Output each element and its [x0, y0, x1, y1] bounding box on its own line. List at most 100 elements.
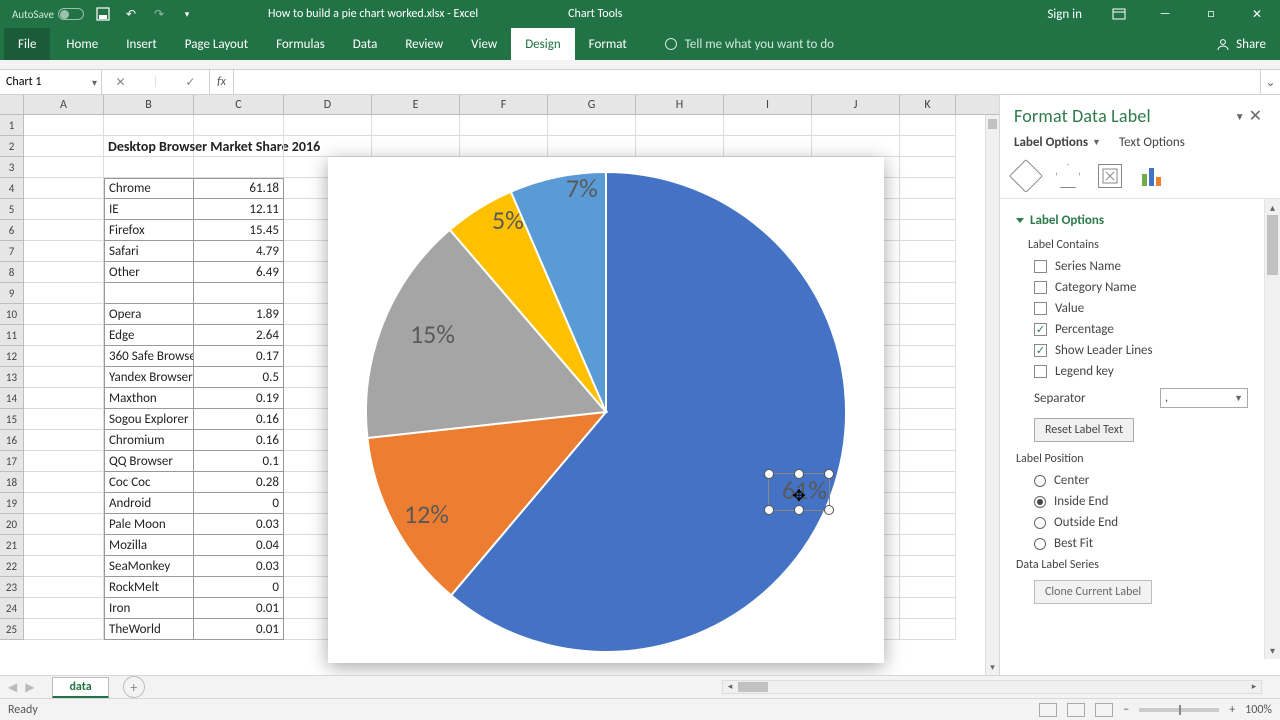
row-header[interactable]: 12 [0, 346, 24, 367]
column-header[interactable]: F [460, 95, 548, 114]
cell[interactable]: Pale Moon [104, 514, 194, 535]
clone-label-button[interactable]: Clone Current Label [1034, 580, 1152, 604]
cell[interactable]: 0.17 [194, 346, 284, 367]
share-button[interactable]: Share [1216, 28, 1280, 60]
cell[interactable]: Other [104, 262, 194, 283]
column-header[interactable]: B [104, 95, 194, 114]
cell[interactable] [900, 178, 956, 199]
cell[interactable] [900, 514, 956, 535]
cell[interactable] [812, 136, 900, 157]
row-header[interactable]: 22 [0, 556, 24, 577]
value-checkbox[interactable] [1034, 302, 1047, 315]
cell[interactable]: 0.1 [194, 451, 284, 472]
column-header[interactable]: K [900, 95, 956, 114]
row-header[interactable]: 19 [0, 493, 24, 514]
tab-review[interactable]: Review [391, 28, 457, 60]
cell[interactable]: 0.03 [194, 556, 284, 577]
cell[interactable] [24, 304, 104, 325]
name-box[interactable]: Chart 1▾ [0, 70, 102, 94]
cell[interactable] [24, 262, 104, 283]
tab-design[interactable]: Design [511, 28, 574, 60]
pane-menu-icon[interactable]: ▼ [1235, 110, 1245, 123]
zoom-in-icon[interactable]: + [1229, 703, 1235, 717]
row-header[interactable]: 15 [0, 409, 24, 430]
cell[interactable] [900, 283, 956, 304]
cell[interactable]: Maxthon [104, 388, 194, 409]
page-break-view-icon[interactable] [1095, 703, 1113, 717]
cell[interactable] [900, 325, 956, 346]
sheet-tab-data[interactable]: data [52, 677, 108, 698]
cell[interactable] [460, 115, 548, 136]
cell[interactable] [900, 472, 956, 493]
zoom-level[interactable]: 100% [1245, 703, 1272, 717]
sheet-nav-prev-icon[interactable]: ◀ [8, 680, 17, 695]
cell[interactable] [24, 619, 104, 640]
cell[interactable]: 0.01 [194, 598, 284, 619]
cell[interactable] [548, 115, 636, 136]
cell[interactable]: Opera [104, 304, 194, 325]
percentage-checkbox[interactable] [1034, 323, 1047, 336]
row-header[interactable]: 10 [0, 304, 24, 325]
pie-data-label[interactable]: 15% [410, 318, 455, 350]
cell[interactable] [24, 535, 104, 556]
cell[interactable]: SeaMonkey [104, 556, 194, 577]
tab-insert[interactable]: Insert [112, 28, 171, 60]
cell[interactable] [900, 115, 956, 136]
fx-icon[interactable]: fx [210, 70, 234, 94]
row-header[interactable]: 14 [0, 388, 24, 409]
leader-lines-checkbox[interactable] [1034, 344, 1047, 357]
fill-line-icon[interactable] [1009, 159, 1043, 193]
cell[interactable] [724, 115, 812, 136]
row-header[interactable]: 1 [0, 115, 24, 136]
autosave-toggle[interactable]: AutoSave [12, 8, 84, 21]
cell[interactable]: 0.5 [194, 367, 284, 388]
row-header[interactable]: 16 [0, 430, 24, 451]
select-all-triangle[interactable] [0, 95, 24, 114]
tab-home[interactable]: Home [52, 28, 112, 60]
maximize-icon[interactable]: □ [1188, 0, 1234, 28]
effects-icon[interactable] [1056, 164, 1080, 188]
position-best-fit-radio[interactable] [1034, 538, 1046, 550]
row-header[interactable]: 4 [0, 178, 24, 199]
row-header[interactable]: 11 [0, 325, 24, 346]
column-header[interactable]: A [24, 95, 104, 114]
tab-formulas[interactable]: Formulas [262, 28, 339, 60]
tell-me-search[interactable]: Tell me what you want to do [665, 28, 834, 60]
separator-select[interactable]: ,▼ [1160, 388, 1248, 408]
row-header[interactable]: 25 [0, 619, 24, 640]
minimize-icon[interactable]: — [1142, 0, 1188, 28]
worksheet-grid[interactable]: ABCDEFGHIJK 12Desktop Browser Market Sha… [0, 95, 1000, 675]
formula-input[interactable] [234, 70, 1260, 94]
cell[interactable] [24, 451, 104, 472]
size-props-icon[interactable] [1098, 164, 1122, 188]
cell[interactable]: Mozilla [104, 535, 194, 556]
cell[interactable]: 12.11 [194, 199, 284, 220]
column-header[interactable]: E [372, 95, 460, 114]
row-header[interactable]: 20 [0, 514, 24, 535]
cell[interactable] [24, 514, 104, 535]
cell[interactable] [372, 136, 460, 157]
cell[interactable] [900, 136, 956, 157]
tab-page-layout[interactable]: Page Layout [171, 28, 262, 60]
cell[interactable]: Android [104, 493, 194, 514]
cell[interactable]: 0.16 [194, 430, 284, 451]
zoom-slider[interactable] [1139, 708, 1219, 712]
cell[interactable]: 15.45 [194, 220, 284, 241]
cell[interactable] [900, 493, 956, 514]
column-header[interactable]: C [194, 95, 284, 114]
cell[interactable]: 360 Safe Browser [104, 346, 194, 367]
cell[interactable]: Yandex Browser [104, 367, 194, 388]
redo-icon[interactable]: ↷ [150, 5, 168, 23]
pane-close-icon[interactable]: ✕ [1245, 106, 1266, 126]
cell[interactable]: 0.28 [194, 472, 284, 493]
expand-formula-bar-icon[interactable]: ⌄ [1260, 70, 1280, 94]
cell[interactable] [194, 283, 284, 304]
cell[interactable] [24, 388, 104, 409]
cell[interactable] [900, 304, 956, 325]
row-header[interactable]: 2 [0, 136, 24, 157]
cell[interactable] [900, 619, 956, 640]
cell[interactable] [24, 199, 104, 220]
cell[interactable] [372, 115, 460, 136]
pie-data-label[interactable]: 7% [566, 172, 598, 204]
cell[interactable] [900, 598, 956, 619]
